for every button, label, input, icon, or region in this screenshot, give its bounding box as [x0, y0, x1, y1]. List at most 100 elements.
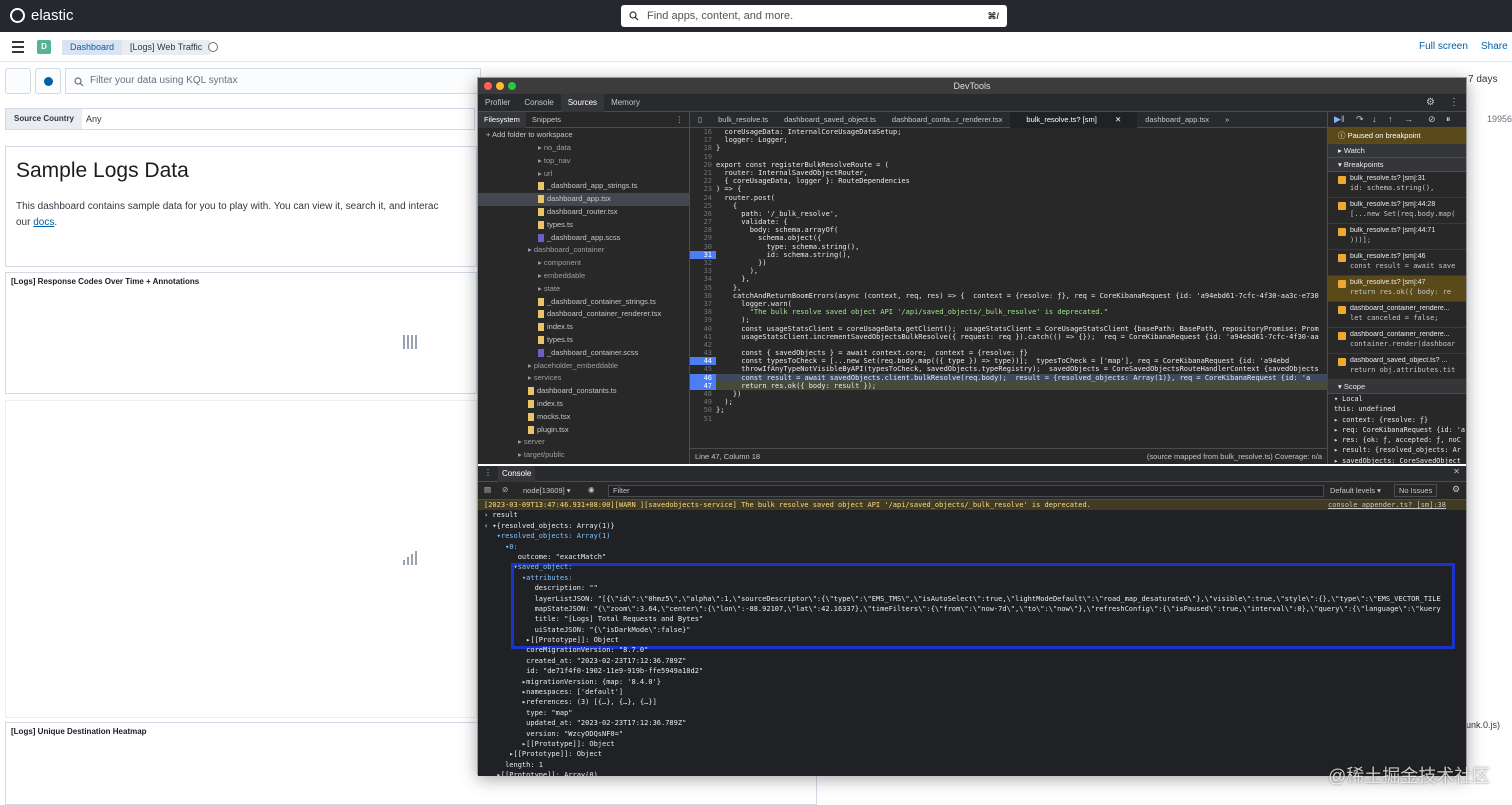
kql-query-input[interactable]: Filter your data using KQL syntax — [65, 68, 481, 94]
code-line[interactable]: 22 { coreUsageData, logger }: RouteDepen… — [690, 177, 1328, 185]
tree-item[interactable]: index.ts — [478, 321, 689, 334]
console-line[interactable]: coreMigrationVersion: "8.7.0" — [478, 645, 1466, 655]
console-line[interactable]: length: 1 — [478, 760, 1466, 770]
issues-button[interactable]: No Issues — [1394, 484, 1438, 497]
code-line[interactable]: 19 — [690, 153, 1328, 161]
watch-section[interactable]: ▸ Watch — [1328, 144, 1466, 158]
tree-item[interactable]: ▸ target/public — [478, 449, 689, 462]
line-number[interactable]: 51 — [690, 415, 716, 423]
line-number[interactable]: 32 — [690, 259, 716, 267]
recent-icon[interactable] — [208, 42, 218, 52]
breakpoint-checkbox[interactable] — [1338, 202, 1346, 210]
line-number[interactable]: 26 — [690, 210, 716, 218]
step-out-icon[interactable]: ↑ — [1388, 114, 1393, 124]
line-number[interactable]: 34 — [690, 275, 716, 283]
code-line[interactable]: 24 router.post( — [690, 194, 1328, 202]
console-line[interactable]: ▾attributes: — [478, 573, 1466, 583]
line-number[interactable]: 43 — [690, 349, 716, 357]
code-line[interactable]: 46 const result = await savedObjects.cli… — [690, 373, 1328, 382]
tree-item[interactable]: ▸ top_nav — [478, 155, 689, 168]
line-number[interactable]: 42 — [690, 341, 716, 349]
deactivate-breakpoints-icon[interactable]: ⊘ — [1428, 114, 1436, 125]
code-line[interactable]: 20 export const registerBulkResolveRoute … — [690, 161, 1328, 169]
tree-item[interactable]: _dashboard_container.scss — [478, 347, 689, 360]
editor-tab[interactable]: dashboard_conta...r_renderer.tsx — [884, 112, 1011, 128]
docs-link[interactable]: docs — [33, 217, 54, 228]
breakpoint-marker[interactable]: 47 — [690, 381, 716, 391]
console-line[interactable]: mapStateJSON: "{\"zoom\":3.64,\"center\"… — [478, 604, 1466, 614]
code-line[interactable]: 41 usageStatsClient.incrementSavedObject… — [690, 333, 1328, 341]
tab-sources[interactable]: Sources — [560, 93, 605, 112]
tree-item[interactable]: ▸ url — [478, 168, 689, 181]
breakpoint-item[interactable]: dashboard_saved_object.ts? ... return obj… — [1328, 354, 1466, 380]
code-line[interactable]: 29 schema.object({ — [690, 234, 1328, 242]
breakpoint-checkbox[interactable] — [1338, 332, 1346, 340]
line-number[interactable]: 25 — [690, 202, 716, 210]
close-drawer-icon[interactable]: ✕ — [1453, 467, 1460, 476]
menu-icon[interactable] — [12, 41, 24, 56]
line-number[interactable]: 38 — [690, 308, 716, 316]
tree-item[interactable]: dashboard_router.tsx — [478, 206, 689, 219]
code-line[interactable]: 28 body: schema.arrayOf( — [690, 226, 1328, 234]
clear-console-icon[interactable]: ⊘ — [502, 485, 508, 494]
source-code[interactable]: 16 coreUsageData: InternalCoreUsageDataS… — [690, 128, 1328, 446]
console-line[interactable]: ▸[[Prototype]]: Array(0) — [478, 770, 1466, 776]
global-search[interactable]: Find apps, content, and more. ⌘/ — [621, 5, 1007, 27]
drawer-tab-console[interactable]: Console — [498, 466, 536, 482]
code-line[interactable]: 36 catchAndReturnBoomErrors(async (conte… — [690, 292, 1328, 300]
code-line[interactable]: 32 }) — [690, 259, 1328, 267]
console-line[interactable]: ▸[[Prototype]]: Object — [478, 635, 1466, 645]
breakpoint-checkbox[interactable] — [1338, 306, 1346, 314]
line-number[interactable]: 36 — [690, 292, 716, 300]
breakpoint-marker[interactable]: 44 — [690, 357, 716, 366]
code-line[interactable]: 33 ), — [690, 267, 1328, 275]
elastic-logo[interactable]: elastic — [10, 7, 74, 24]
tree-item[interactable]: ▸ embeddable — [478, 270, 689, 283]
console-line[interactable]: ▾saved_object: — [478, 562, 1466, 572]
line-number[interactable]: 40 — [690, 325, 716, 333]
tree-item[interactable]: ▸ dashboard_container — [478, 244, 689, 257]
console-settings-icon[interactable]: ⚙ — [1452, 484, 1460, 495]
code-line[interactable]: 39 ); — [690, 316, 1328, 324]
console-line[interactable]: ▸[[Prototype]]: Object — [478, 749, 1466, 759]
console-line[interactable]: › result — [478, 510, 1466, 520]
breakpoint-checkbox[interactable] — [1338, 358, 1346, 366]
line-number[interactable]: 24 — [690, 194, 716, 202]
breakpoint-item[interactable]: dashboard_container_rendere... container.… — [1328, 328, 1466, 354]
line-number[interactable]: 48 — [690, 390, 716, 398]
console-line[interactable]: outcome: "exactMatch" — [478, 552, 1466, 562]
console-line[interactable]: version: "WzcyODQsNF0=" — [478, 729, 1466, 739]
line-number[interactable]: 19 — [690, 153, 716, 161]
more-tabs-icon[interactable]: » — [1217, 112, 1237, 128]
console-output[interactable]: [2023-03-09T13:47:46.931+08:00][WARN ][s… — [478, 500, 1466, 776]
code-line[interactable]: 49 ); — [690, 398, 1328, 406]
breakpoint-item[interactable]: dashboard_container_rendere... let cancel… — [1328, 302, 1466, 328]
tab-profiler[interactable]: Profiler — [478, 94, 517, 112]
tab-snippets[interactable]: Snippets — [526, 112, 567, 128]
breakpoint-marker[interactable]: 46 — [690, 373, 716, 382]
tree-item[interactable]: ▸ services — [478, 372, 689, 385]
tree-item[interactable]: ▸ state — [478, 283, 689, 296]
step-over-icon[interactable]: ↷ — [1356, 114, 1364, 125]
line-number[interactable]: 37 — [690, 300, 716, 308]
code-line[interactable]: 50}; — [690, 406, 1328, 414]
code-line[interactable]: 51 — [690, 415, 1328, 423]
tree-item[interactable]: _dashboard_container_strings.ts — [478, 296, 689, 309]
live-expression-icon[interactable]: ◉ — [588, 485, 595, 494]
line-number[interactable]: 39 — [690, 316, 716, 324]
code-line[interactable]: 42 — [690, 341, 1328, 349]
console-line[interactable]: ▾resolved_objects: Array(1) — [478, 531, 1466, 541]
step-into-icon[interactable]: ↓ — [1372, 114, 1377, 124]
editor-tab-active[interactable]: bulk_resolve.ts? [sm] ✕ — [1010, 111, 1138, 128]
tree-item[interactable]: plugin.tsx — [478, 424, 689, 437]
tree-item[interactable]: dashboard_constants.ts — [478, 385, 689, 398]
code-line[interactable]: 23) => { — [690, 185, 1328, 193]
code-line[interactable]: 45 throwIfAnyTypeNotVisibleByAPI(typesTo… — [690, 365, 1328, 373]
console-line[interactable]: ▸namespaces: ['default'] — [478, 687, 1466, 697]
breakpoint-item[interactable]: bulk_resolve.ts? [sm]:44:71)))]; — [1328, 224, 1466, 250]
breakpoint-item[interactable]: bulk_resolve.ts? [sm]:46 const result = a… — [1328, 250, 1466, 276]
settings-gear-icon[interactable]: ⚙ — [1419, 94, 1442, 112]
console-line[interactable]: ▸[[Prototype]]: Object — [478, 739, 1466, 749]
filter-menu-button[interactable] — [5, 68, 31, 94]
line-number[interactable]: 27 — [690, 218, 716, 226]
